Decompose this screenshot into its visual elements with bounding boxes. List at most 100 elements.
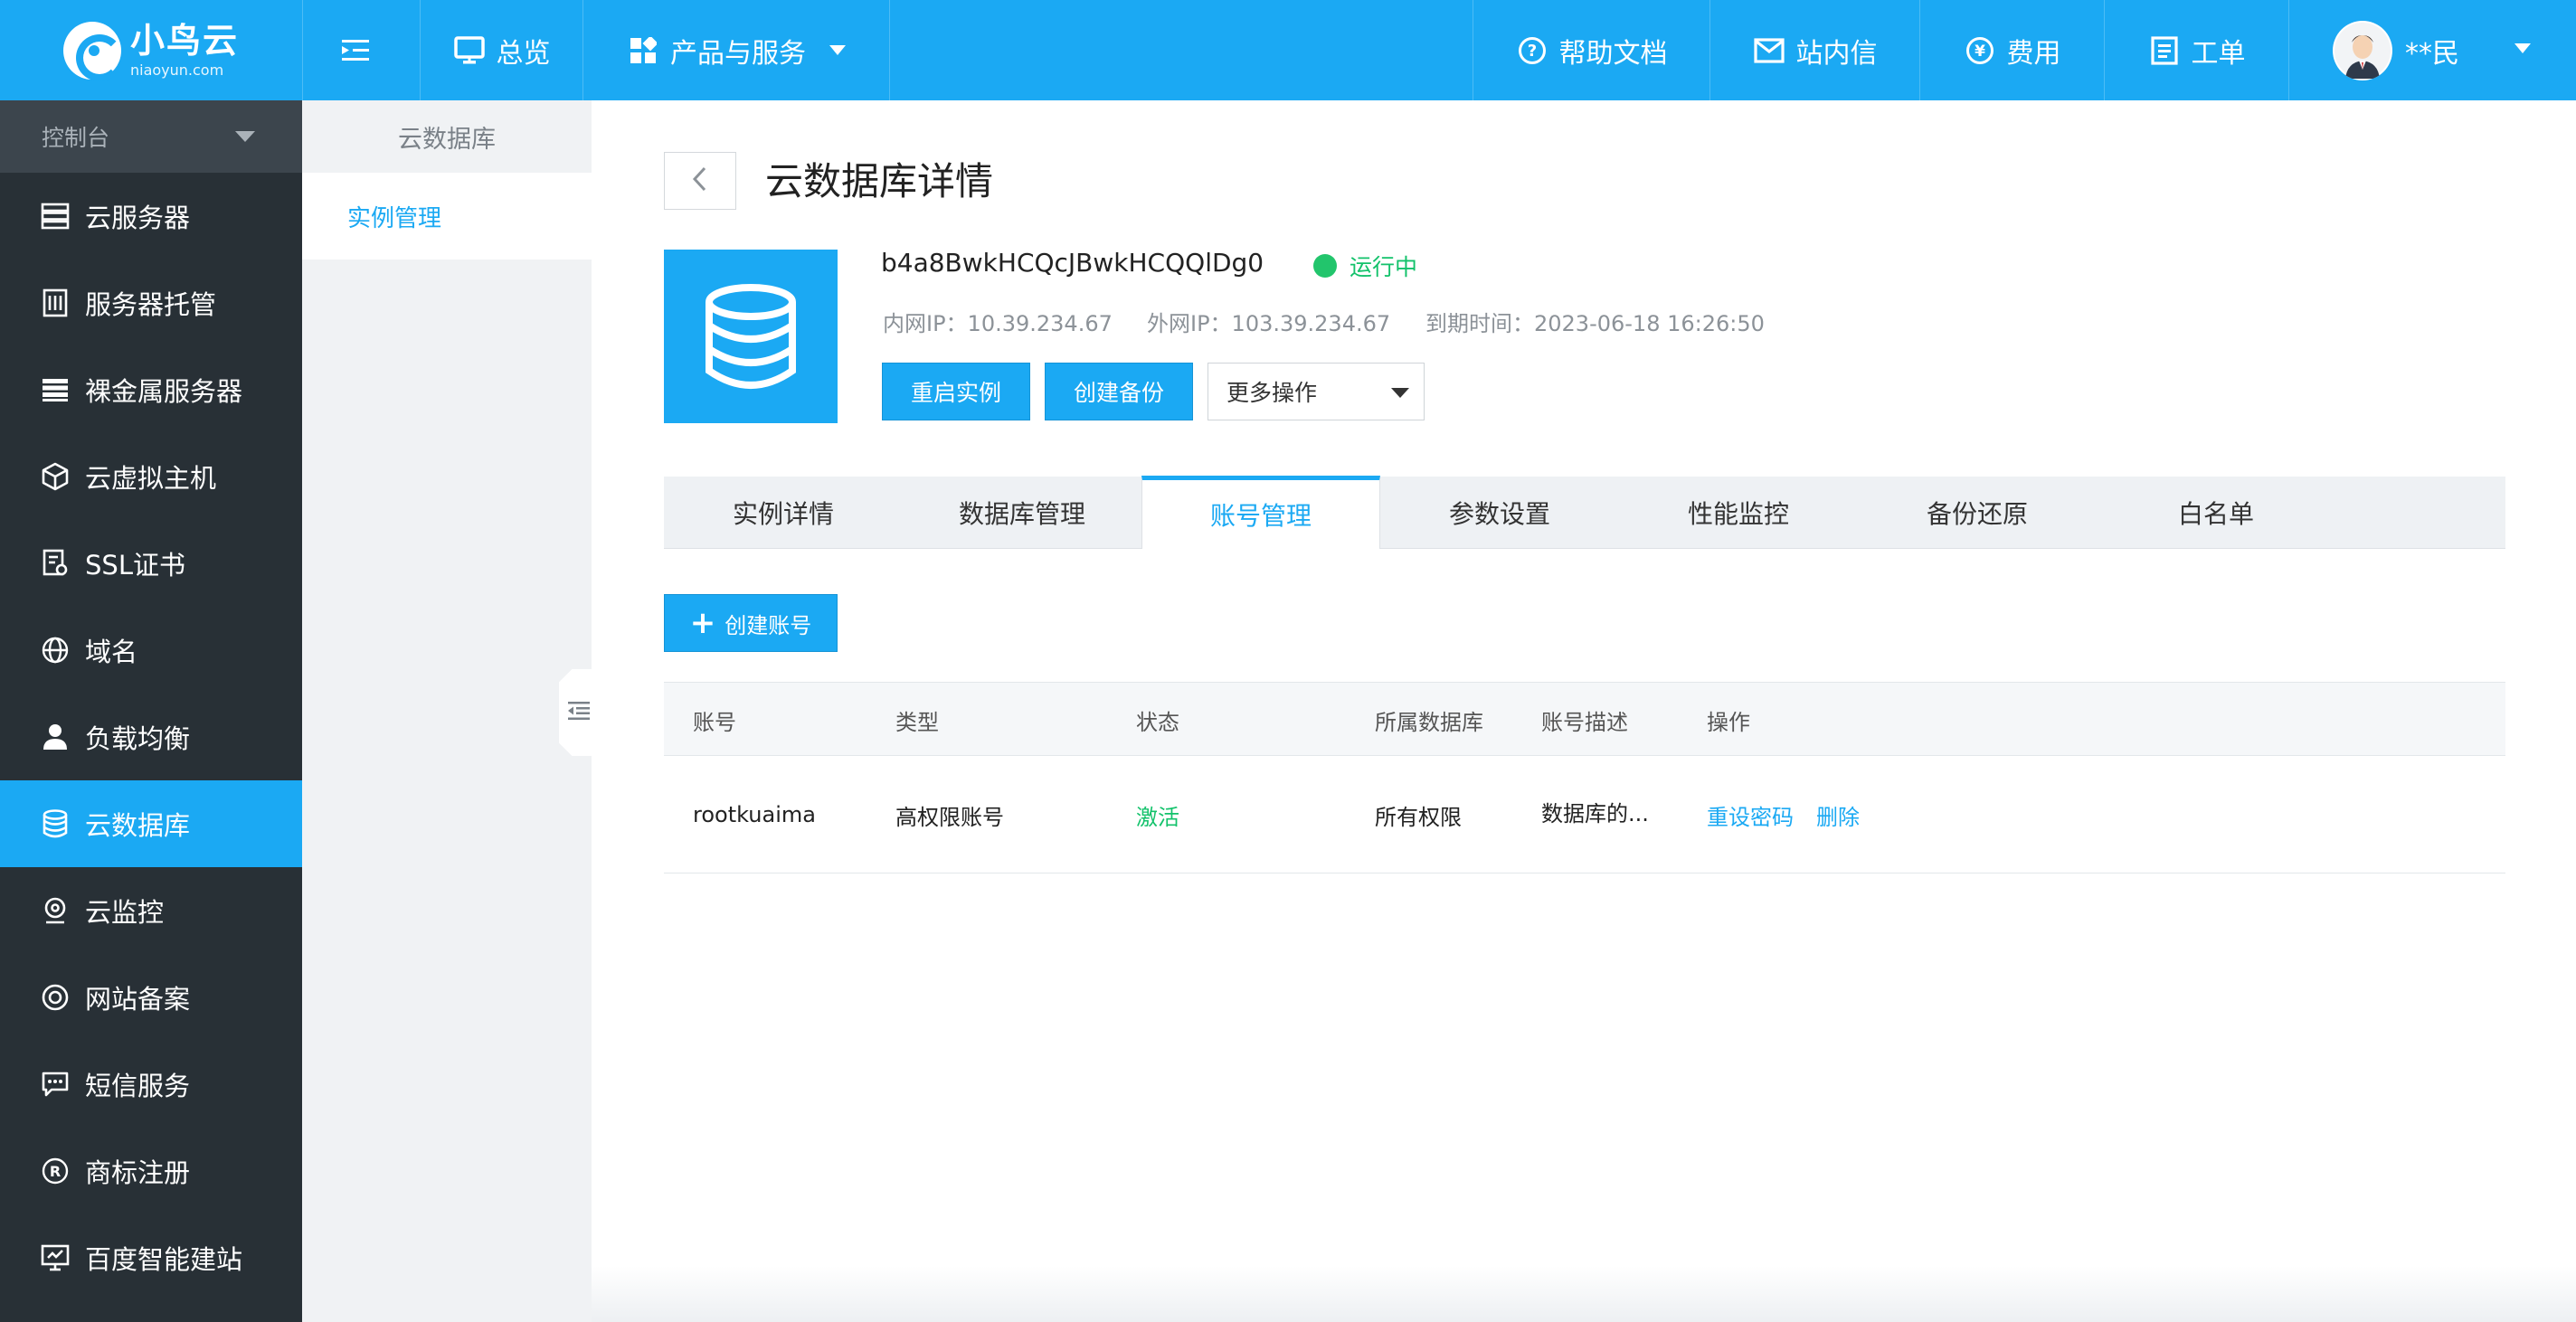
logo-domain: niaoyun.com	[129, 61, 224, 79]
trademark-icon: R	[40, 1156, 71, 1186]
sidebar-item-server-hosting[interactable]: 服务器托管	[0, 260, 302, 346]
sidebar-item-site-builder[interactable]: 百度智能建站	[0, 1214, 302, 1301]
menu-toggle-button[interactable]	[302, 0, 420, 100]
cube-icon	[40, 461, 71, 492]
tickets-label: 工单	[2191, 37, 2246, 70]
collapse-subnav-button[interactable]	[559, 669, 592, 756]
sidebar-item-virtual-host[interactable]: 云虚拟主机	[0, 433, 302, 520]
globe-icon	[40, 635, 71, 666]
detail-tabs: 实例详情 数据库管理 账号管理 参数设置 性能监控 备份还原 白名单	[664, 476, 2505, 549]
sidebar-item-label: 云数据库	[85, 810, 191, 841]
sidebar-item-load-balancer[interactable]: 负载均衡	[0, 694, 302, 780]
cell-status: 激活	[1136, 804, 1179, 830]
certificate-icon	[40, 548, 71, 579]
sidebar-item-site-record[interactable]: 网站备案	[0, 954, 302, 1041]
server-icon	[40, 201, 71, 231]
logo-name: 小鸟云	[129, 20, 239, 61]
sidebar-item-domain[interactable]: 域名	[0, 607, 302, 694]
sidebar: 控制台 云服务器 服务器托管 裸金属服务器 云虚拟主机 SSL证书 域名 负载均…	[0, 100, 302, 1322]
sidebar-item-label: 服务器托管	[85, 289, 217, 320]
tab-label: 数据库管理	[958, 499, 1085, 529]
select-value: 更多操作	[1226, 380, 1318, 406]
console-dropdown[interactable]: 控制台	[0, 100, 302, 173]
database-instance-icon-card	[664, 250, 838, 423]
tab-label: 备份还原	[1926, 499, 2028, 529]
load-balancer-icon	[40, 722, 71, 752]
outer-ip: 外网IP：103.39.234.67	[1147, 311, 1391, 336]
overview-link[interactable]: 总览	[420, 0, 582, 100]
sub-navigation: 云数据库 实例管理	[302, 100, 592, 1322]
sidebar-item-cloud-database[interactable]: 云数据库	[0, 780, 302, 867]
monitor-icon	[453, 34, 486, 67]
sidebar-item-label: 云服务器	[85, 203, 191, 233]
column-header-account: 账号	[693, 709, 736, 735]
tab-label: 性能监控	[1687, 499, 1789, 529]
fees-label: 费用	[2006, 37, 2061, 70]
sidebar-item-label: 云监控	[85, 897, 165, 928]
sidebar-item-label: 裸金属服务器	[85, 376, 243, 407]
create-account-button[interactable]: + 创建账号	[664, 594, 838, 652]
column-header-database: 所属数据库	[1375, 709, 1483, 735]
messages-link[interactable]: 站内信	[1709, 0, 1919, 100]
sidebar-item-label: 负载均衡	[85, 723, 191, 754]
sidebar-item-cloud-monitor[interactable]: 云监控	[0, 867, 302, 954]
tab-instance-details[interactable]: 实例详情	[664, 477, 903, 549]
inner-ip: 内网IP：10.39.234.67	[883, 311, 1113, 336]
database-icon	[706, 284, 796, 389]
reset-password-link[interactable]: 重设密码	[1707, 756, 1794, 873]
monitor-icon	[40, 895, 71, 926]
fees-link[interactable]: ¥ 费用	[1919, 0, 2104, 100]
messages-label: 站内信	[1795, 37, 1878, 70]
sidebar-item-label: 短信服务	[85, 1071, 191, 1101]
status-text: 运行中	[1350, 254, 1418, 280]
help-circle-icon: ?	[1516, 34, 1548, 67]
delete-account-link[interactable]: 删除	[1816, 756, 1860, 873]
sidebar-item-ssl[interactable]: SSL证书	[0, 520, 302, 607]
user-avatar-icon	[2334, 22, 2391, 79]
caret-down-icon	[235, 131, 255, 142]
brand-logo[interactable]: 小鸟云 niaoyun.com	[0, 0, 302, 100]
tab-account-management[interactable]: 账号管理	[1141, 476, 1380, 549]
sidebar-item-label: 域名	[85, 637, 138, 667]
tickets-link[interactable]: 工单	[2104, 0, 2288, 100]
tab-parameter-settings[interactable]: 参数设置	[1380, 477, 1619, 549]
table-row: rootkuaima 高权限账号 激活 所有权限 数据库的... 重设密码 删除	[664, 756, 2505, 873]
tab-label: 账号管理	[1209, 501, 1312, 531]
help-docs-link[interactable]: ? 帮助文档	[1473, 0, 1709, 100]
products-menu[interactable]: 产品与服务	[582, 0, 890, 100]
tab-backup-restore[interactable]: 备份还原	[1858, 477, 2097, 549]
sidebar-item-label: 商标注册	[85, 1157, 191, 1188]
cell-database: 所有权限	[1375, 804, 1462, 830]
tab-database-management[interactable]: 数据库管理	[903, 477, 1141, 549]
svg-text:?: ?	[1527, 42, 1536, 61]
cell-account: rootkuaima	[693, 802, 816, 827]
create-backup-button[interactable]: 创建备份	[1045, 363, 1193, 420]
caret-down-icon	[1391, 388, 1409, 398]
status-badge: 运行中	[1313, 250, 1417, 282]
button-label: 创建账号	[724, 612, 812, 638]
sms-icon	[40, 1069, 71, 1100]
accounts-table: 账号 类型 状态 所属数据库 账号描述 操作 rootkuaima 高权限账号 …	[664, 682, 2505, 873]
tab-label: 参数设置	[1448, 499, 1550, 529]
restart-instance-button[interactable]: 重启实例	[882, 363, 1030, 420]
sidebar-item-sms[interactable]: 短信服务	[0, 1041, 302, 1128]
subnav-item-instance-management[interactable]: 实例管理	[302, 173, 592, 260]
user-menu[interactable]: **民	[2288, 0, 2576, 100]
tab-performance-monitor[interactable]: 性能监控	[1619, 477, 1858, 549]
column-header-description: 账号描述	[1541, 709, 1628, 735]
mail-icon	[1753, 34, 1785, 67]
sidebar-item-label: 百度智能建站	[85, 1244, 243, 1275]
tab-whitelist[interactable]: 白名单	[2097, 477, 2335, 549]
sidebar-item-bare-metal[interactable]: 裸金属服务器	[0, 346, 302, 433]
expire-time: 到期时间：2023-06-18 16:26:50	[1425, 311, 1765, 336]
sidebar-item-cloud-server[interactable]: 云服务器	[0, 173, 302, 260]
hosting-icon	[40, 288, 71, 318]
sidebar-item-trademark[interactable]: R 商标注册	[0, 1128, 302, 1214]
back-button[interactable]	[664, 152, 736, 210]
chevron-down-icon	[829, 45, 846, 55]
sidebar-item-label: 云虚拟主机	[85, 463, 217, 494]
indent-menu-icon	[340, 34, 373, 67]
user-name: **民	[2405, 37, 2459, 70]
more-actions-select[interactable]: 更多操作	[1208, 363, 1425, 420]
subnav-item-label: 实例管理	[347, 204, 442, 232]
